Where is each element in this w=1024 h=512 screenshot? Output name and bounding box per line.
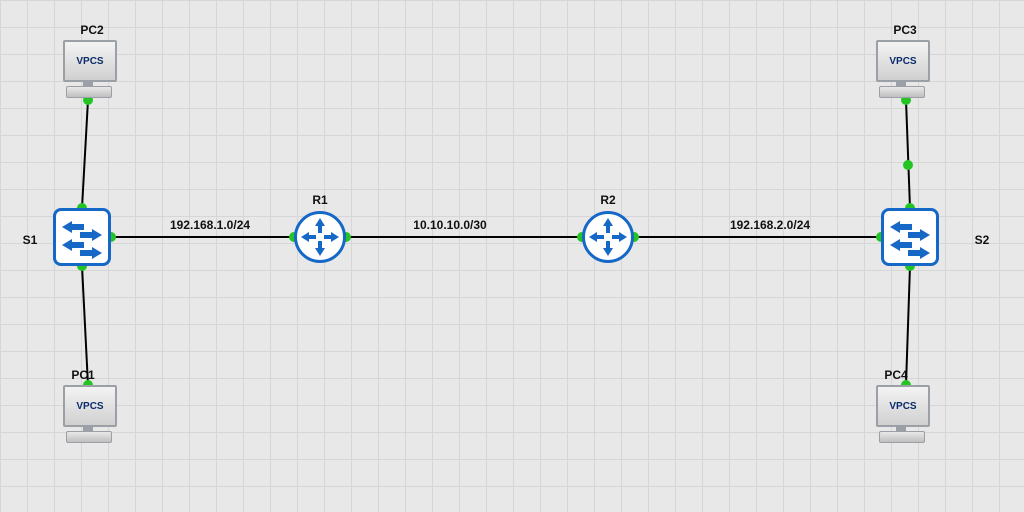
topology-canvas[interactable]: VPCS VPCS VPCS VPCS [0,0,1024,512]
monitor-icon: VPCS [63,385,117,427]
pc-base [66,86,112,98]
vpcs-badge: VPCS [889,56,916,67]
pc3-node[interactable]: VPCS [871,40,931,100]
pc2-node[interactable]: VPCS [58,40,118,100]
s1-switch-node[interactable] [53,208,111,266]
r2-router-node[interactable] [582,211,634,263]
r1-router-node[interactable] [294,211,346,263]
monitor-icon: VPCS [876,385,930,427]
pc3-label[interactable]: PC3 [893,23,916,37]
r1-label[interactable]: R1 [312,193,327,207]
pc4-label[interactable]: PC4 [884,368,907,382]
vpcs-badge: VPCS [76,56,103,67]
link-label-r2-s2[interactable]: 192.168.2.0/24 [730,218,810,232]
link-label-r1-r2[interactable]: 10.10.10.0/30 [413,218,486,232]
link-s2-pc3[interactable] [906,100,910,208]
router-icon [297,214,343,260]
switch-icon [56,211,108,263]
pc1-label[interactable]: PC1 [71,368,94,382]
pc4-node[interactable]: VPCS [871,385,931,445]
port-dot-icon [903,160,913,170]
r2-label[interactable]: R2 [600,193,615,207]
pc-base [66,431,112,443]
pc1-node[interactable]: VPCS [58,385,118,445]
link-s1-pc2[interactable] [82,100,88,208]
vpcs-badge: VPCS [76,401,103,412]
link-label-s1-r1[interactable]: 192.168.1.0/24 [170,218,250,232]
s1-label[interactable]: S1 [23,233,38,247]
s2-switch-node[interactable] [881,208,939,266]
pc2-label[interactable]: PC2 [80,23,103,37]
pc-base [879,86,925,98]
router-icon [585,214,631,260]
monitor-icon: VPCS [876,40,930,82]
s2-label[interactable]: S2 [975,233,990,247]
switch-icon [884,211,936,263]
monitor-icon: VPCS [63,40,117,82]
vpcs-badge: VPCS [889,401,916,412]
pc-base [879,431,925,443]
